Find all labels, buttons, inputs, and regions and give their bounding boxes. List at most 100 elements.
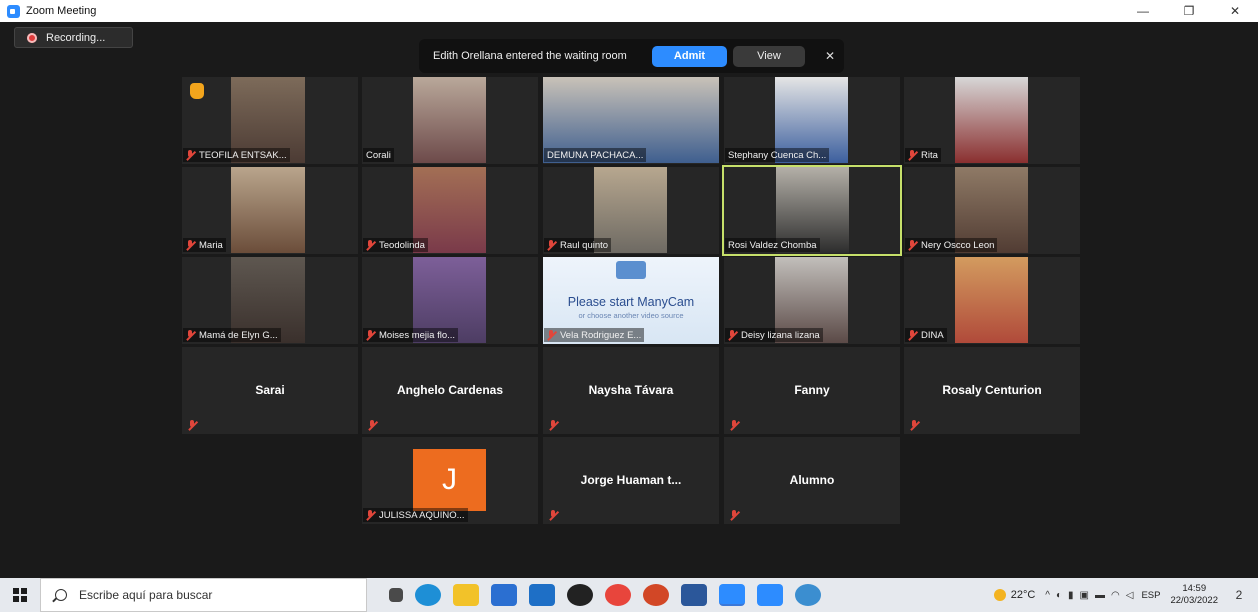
participant-name: Jorge Huaman t... <box>580 473 682 487</box>
participant-namebar: TEOFILA ENTSAK... <box>183 148 290 162</box>
participant-tile[interactable]: J JULISSA AQUINO... <box>362 437 538 524</box>
view-button[interactable]: View <box>733 45 805 67</box>
participant-namebar: Mamá de Elyn G... <box>183 328 281 342</box>
weather-icon[interactable] <box>993 589 1006 601</box>
participant-namebar: Rosi Valdez Chomba <box>725 238 820 252</box>
zoom-meeting-taskbar-icon[interactable] <box>757 584 783 606</box>
participant-tile[interactable]: Naysha Távara <box>543 347 719 434</box>
participant-tile[interactable]: Raul quinto <box>543 167 719 254</box>
muted-mic-icon <box>546 239 557 251</box>
participant-tile[interactable]: Corali <box>362 77 538 164</box>
participant-video <box>231 167 305 253</box>
participant-namebar: Vela Rodriguez E... <box>544 328 645 342</box>
participant-name: Raul quinto <box>560 239 609 251</box>
muted-mic-icon <box>729 420 740 431</box>
muted-mic-icon <box>907 149 918 161</box>
participant-tile[interactable]: Anghelo Cardenas <box>362 347 538 434</box>
close-window-button[interactable]: ✕ <box>1212 0 1258 22</box>
muted-mic-icon <box>185 149 196 161</box>
raised-hand-icon <box>190 83 204 99</box>
chevron-up-icon[interactable]: ^ <box>1045 590 1050 601</box>
participant-tile[interactable]: Rita <box>904 77 1080 164</box>
volume-icon[interactable]: ◁ <box>1126 590 1134 601</box>
participant-namebar: DEMUNA PACHACA... <box>544 148 647 162</box>
app-icon[interactable] <box>795 584 821 606</box>
recording-indicator[interactable]: Recording... <box>14 27 133 48</box>
restore-button[interactable]: ❐ <box>1166 0 1212 22</box>
participant-tile[interactable]: Rosaly Centurion <box>904 347 1080 434</box>
chrome-icon[interactable] <box>605 584 631 606</box>
muted-mic-icon <box>548 510 559 521</box>
participant-name: Naysha Távara <box>588 383 674 397</box>
notification-center-icon[interactable]: 2 <box>1228 584 1250 606</box>
mail-icon[interactable] <box>491 584 517 606</box>
temperature[interactable]: 22°C <box>1011 589 1036 601</box>
admit-button[interactable]: Admit <box>652 45 727 67</box>
participant-name: Teodolinda <box>379 239 425 251</box>
participant-namebar: DINA <box>905 328 947 342</box>
zoom-taskbar-icon[interactable] <box>719 584 745 606</box>
powerpoint-icon[interactable] <box>643 584 669 606</box>
participant-tile[interactable]: Fanny <box>724 347 900 434</box>
language-indicator[interactable]: ESP <box>1141 590 1160 601</box>
avatar: J <box>413 449 486 511</box>
muted-mic-icon <box>729 510 740 521</box>
wifi-icon[interactable]: ◠ <box>1111 590 1120 601</box>
participant-namebar: Deisy lizana lizana <box>725 328 823 342</box>
taskbar-search[interactable]: Escribe aquí para buscar <box>40 578 367 612</box>
participant-namebar: Maria <box>183 238 226 252</box>
participant-name: DINA <box>921 329 944 341</box>
participant-name: Vela Rodriguez E... <box>560 329 642 341</box>
participant-tile[interactable]: Alumno <box>724 437 900 524</box>
dropbox-icon[interactable] <box>529 584 555 606</box>
participant-tile[interactable]: TEOFILA ENTSAK... <box>182 77 358 164</box>
participant-name: Deisy lizana lizana <box>741 329 820 341</box>
muted-mic-icon <box>907 239 918 251</box>
participant-tile-active-speaker[interactable]: Rosi Valdez Chomba <box>722 165 902 256</box>
recording-label: Recording... <box>46 31 106 44</box>
obs-icon[interactable] <box>567 584 593 606</box>
windows-taskbar: Escribe aquí para buscar 22°C ^ ◐ ▮ ▣ ▬ … <box>0 578 1258 612</box>
participant-tile[interactable]: Teodolinda <box>362 167 538 254</box>
participant-tile[interactable]: Jorge Huaman t... <box>543 437 719 524</box>
network-icon[interactable]: ◐ <box>1056 590 1062 601</box>
muted-mic-icon <box>365 329 376 341</box>
participant-tile[interactable]: Nery Oscco Leon <box>904 167 1080 254</box>
start-button[interactable] <box>0 578 40 612</box>
task-view-icon[interactable] <box>389 588 403 602</box>
file-explorer-icon[interactable] <box>453 584 479 606</box>
participant-name: Nery Oscco Leon <box>921 239 995 251</box>
participant-namebar: Moises mejia flo... <box>363 328 459 342</box>
participant-namebar: Nery Oscco Leon <box>905 238 998 252</box>
windows-logo-icon <box>13 588 27 602</box>
window-title: Zoom Meeting <box>26 5 97 17</box>
close-notification-icon[interactable]: ✕ <box>825 49 835 63</box>
muted-mic-icon <box>909 420 920 431</box>
minimize-button[interactable]: — <box>1120 0 1166 22</box>
participant-namebar: Stephany Cuenca Ch... <box>725 148 830 162</box>
battery-icon[interactable]: ▬ <box>1095 590 1105 601</box>
search-icon <box>55 589 67 601</box>
participant-tile[interactable]: DINA <box>904 257 1080 344</box>
participant-tile[interactable]: Maria <box>182 167 358 254</box>
participant-tile[interactable]: Deisy lizana lizana <box>724 257 900 344</box>
clock[interactable]: 14:59 22/03/2022 <box>1170 583 1218 607</box>
word-icon[interactable] <box>681 584 707 606</box>
system-tray: 22°C ^ ◐ ▮ ▣ ▬ ◠ ◁ ESP 14:59 22/03/2022 … <box>993 578 1258 612</box>
participant-tile[interactable]: Sarai <box>182 347 358 434</box>
microphone-icon[interactable]: ▮ <box>1068 590 1074 601</box>
clock-date: 22/03/2022 <box>1170 595 1218 606</box>
muted-mic-icon <box>367 420 378 431</box>
participant-tile[interactable]: Stephany Cuenca Ch... <box>724 77 900 164</box>
participant-tile[interactable]: DEMUNA PACHACA... <box>543 77 719 164</box>
participant-tile[interactable]: Mamá de Elyn G... <box>182 257 358 344</box>
display-icon[interactable]: ▣ <box>1080 590 1089 601</box>
search-placeholder: Escribe aquí para buscar <box>79 588 213 602</box>
participant-tile[interactable]: Please start ManyCam or choose another v… <box>543 257 719 344</box>
participant-name: DEMUNA PACHACA... <box>547 149 644 161</box>
clock-time: 14:59 <box>1182 583 1207 594</box>
edge-icon[interactable] <box>415 584 441 606</box>
muted-mic-icon <box>185 329 196 341</box>
manycam-icon <box>616 261 646 279</box>
participant-tile[interactable]: Moises mejia flo... <box>362 257 538 344</box>
